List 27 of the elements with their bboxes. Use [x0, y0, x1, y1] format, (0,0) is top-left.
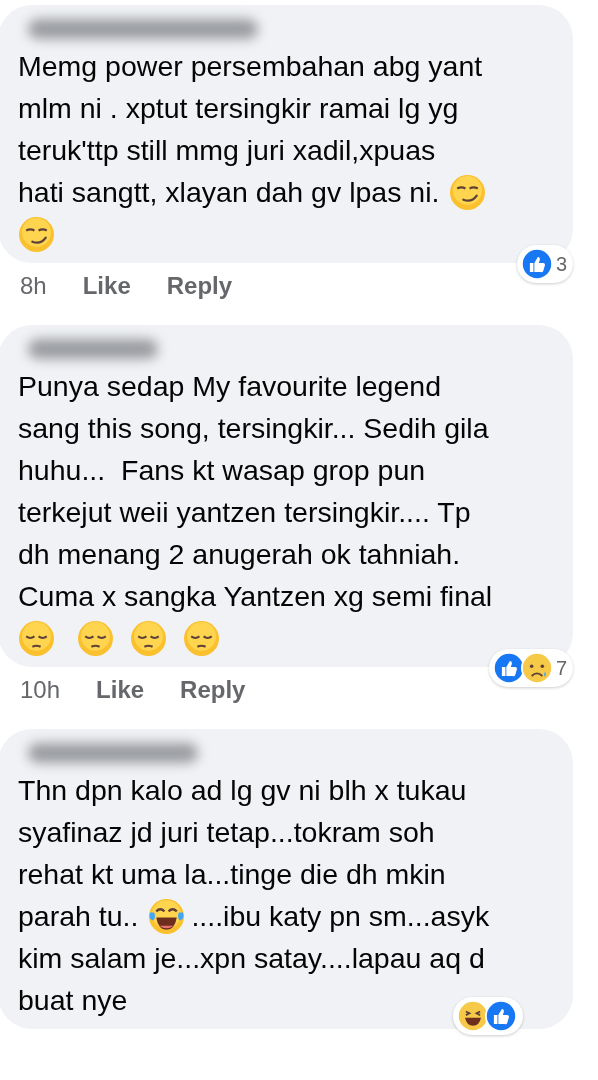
comment-text: ....ibu katy pn sm...asyk	[191, 899, 490, 934]
comment-action-link[interactable]: Like	[82, 271, 131, 301]
comment-text: Memg power persembahan abg yant	[18, 49, 483, 84]
comment-time: 10h	[20, 675, 61, 705]
reaction-pill[interactable]: 7	[488, 649, 573, 687]
comment-text: buat nye	[18, 983, 128, 1018]
comment-text: sang this song, tersingkir... Sedih gila	[18, 411, 489, 446]
comment-text: hati sangtt, xlayan dah gv lpas ni.	[18, 175, 440, 210]
comment-text: mlm ni . xptut tersingkir ramai lg yg	[18, 91, 459, 126]
comment-text: kim salam je...xpn satay....lapau aq d	[18, 941, 485, 976]
reaction-count: 7	[555, 656, 567, 681]
comment-text: syafinaz jd juri tetap...tokram soh	[18, 815, 435, 850]
reaction-pill[interactable]: 3	[516, 245, 573, 283]
comment-text: rehat kt uma la...tinge die dh mkin	[18, 857, 446, 892]
comment-action-link[interactable]: Like	[96, 675, 145, 705]
comment-text: parah tu..	[18, 899, 139, 934]
comment-text: dh menang 2 anugerah ok tahniah.	[18, 537, 461, 572]
comment-text: teruk'ttp still mmg juri xadil,xpuas	[18, 133, 436, 168]
comment-action-link[interactable]: Reply	[180, 675, 246, 705]
comment-action-link[interactable]: Reply	[166, 271, 233, 301]
comment-text: Thn dpn kalo ad lg gv ni blh x tukau	[18, 773, 467, 808]
comment-text: terkejut weii yantzen tersingkir.... Tp	[18, 495, 471, 530]
reaction-count: 3	[555, 252, 567, 277]
comment-text: huhu... Fans kt wasap grop pun	[18, 453, 426, 488]
comment-text: Punya sedap My favourite legend	[18, 369, 442, 404]
comment-time: 8h	[20, 271, 47, 301]
comment-text: Cuma x sangka Yantzen xg semi final	[18, 579, 493, 614]
